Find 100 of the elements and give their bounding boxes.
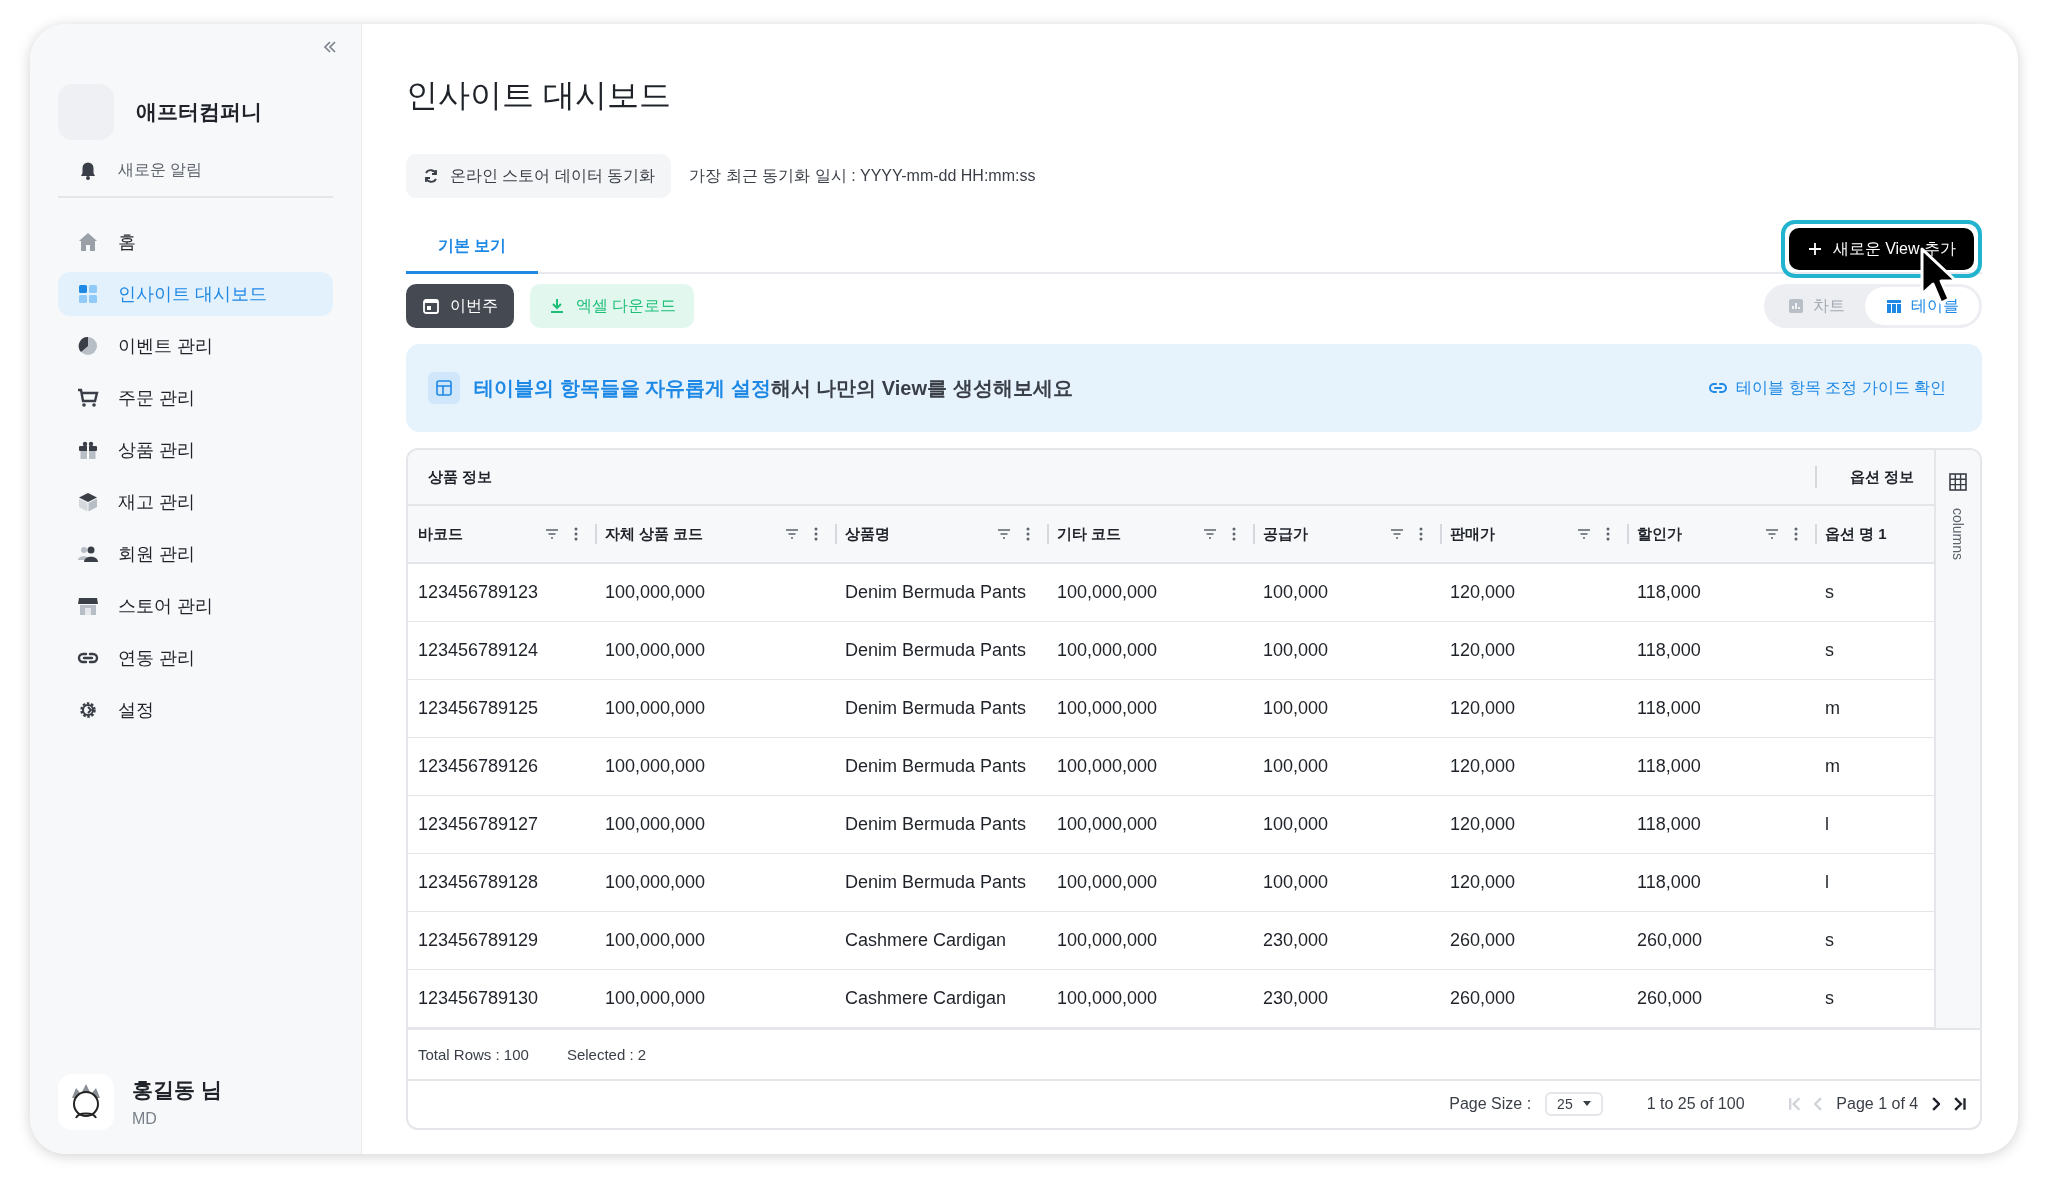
sidebar-item[interactable]: 이벤트 관리: [58, 324, 333, 368]
table-cell: 100,000: [1253, 738, 1440, 796]
table-cell: 123456789124: [408, 622, 595, 680]
sidebar-item[interactable]: 회원 관리: [58, 532, 333, 576]
table-cell: Cashmere Cardigan: [835, 912, 1047, 970]
layout-icon: [428, 372, 460, 404]
table-cell: 100,000: [1253, 622, 1440, 680]
total-rows: Total Rows : 100: [418, 1045, 529, 1063]
table-cell: 123456789130: [408, 970, 595, 1028]
sidebar-item[interactable]: 스토어 관리: [58, 584, 333, 628]
table-cell: 100,000,000: [1047, 970, 1253, 1028]
pie-chart-icon: [76, 334, 100, 358]
table-cell: 100,000,000: [1047, 796, 1253, 854]
table-cell: 100,000,000: [595, 912, 835, 970]
table-cell: 100,000: [1253, 796, 1440, 854]
box-icon: [76, 490, 100, 514]
table-cell: Denim Bermuda Pants: [835, 564, 1047, 622]
user-name: 홍길동 님: [132, 1077, 222, 1103]
chevron-icon: [1788, 1097, 1801, 1112]
table-cell: 100,000,000: [595, 680, 835, 738]
table-cell: Denim Bermuda Pants: [835, 738, 1047, 796]
columns-label: columns: [1950, 507, 1966, 561]
page-size-label: Page Size :: [1449, 1095, 1532, 1114]
table-cell: 100,000,000: [595, 854, 835, 912]
sidebar-item[interactable]: 상품 관리: [58, 428, 333, 472]
table-cell: 100,000,000: [1047, 854, 1253, 912]
table-cell: 123456789128: [408, 854, 595, 912]
dashboard-icon: [76, 282, 100, 306]
table-cell: 120,000: [1440, 796, 1627, 854]
table-cell: Denim Bermuda Pants: [835, 680, 1047, 738]
table-cell: 100,000,000: [595, 796, 835, 854]
last-sync-text: 가장 최근 동기화 일시 : YYYY-mm-dd HH:mm:ss: [689, 165, 1036, 186]
table-cell: 118,000: [1627, 796, 1815, 854]
column-group-header: 옵션 정보: [1849, 467, 1914, 487]
sidebar-item[interactable]: 설정: [58, 688, 333, 732]
selected-count: Selected : 2: [566, 1045, 647, 1063]
table-cell: Denim Bermuda Pants: [835, 622, 1047, 680]
table-cell: 118,000: [1627, 622, 1815, 680]
sidebar-item[interactable]: 재고 관리: [58, 480, 333, 524]
page-size-select[interactable]: 25: [1545, 1092, 1603, 1117]
table-cell: Denim Bermuda Pants: [835, 796, 1047, 854]
chevron-icon: [1814, 1097, 1823, 1112]
table-cell: 118,000: [1627, 854, 1815, 912]
table-cell: 123456789123: [408, 564, 595, 622]
sidebar-item[interactable]: 연동 관리: [58, 636, 333, 680]
table-cell: 260,000: [1440, 970, 1627, 1028]
table-cell: 100,000,000: [595, 564, 835, 622]
cart-icon: [76, 386, 100, 410]
sidebar-item[interactable]: 주문 관리: [58, 376, 333, 420]
column-group-header: 상품 정보: [428, 467, 493, 487]
table-cell: 230,000: [1253, 912, 1440, 970]
table-cell: 118,000: [1627, 738, 1815, 796]
table-cell: 100,000,000: [1047, 564, 1253, 622]
plus-icon: [1806, 241, 1823, 257]
download-icon: [548, 297, 566, 315]
table-cell: 260,000: [1627, 912, 1815, 970]
grid-icon: [1948, 472, 1968, 492]
table-cell: 100,000: [1253, 854, 1440, 912]
table-cell: 123456789127: [408, 796, 595, 854]
table-cell: Cashmere Cardigan: [835, 970, 1047, 1028]
table-cell: 120,000: [1440, 564, 1627, 622]
next-page-button[interactable]: [1932, 1097, 1941, 1112]
chevron-icon: [1954, 1097, 1966, 1112]
page-indicator: Page 1 of 4: [1836, 1095, 1919, 1114]
table-cell: 100,000,000: [595, 622, 835, 680]
table-cell: 100,000: [1253, 680, 1440, 738]
table-cell: 100,000,000: [1047, 622, 1253, 680]
table-cell: 118,000: [1627, 564, 1815, 622]
page-title: 인사이트 대시보드: [406, 76, 672, 115]
last-page-button[interactable]: [1954, 1097, 1966, 1112]
columns-panel[interactable]: columns: [1934, 450, 1980, 1028]
table-cell: 260,000: [1627, 970, 1815, 1028]
table-cell: 100,000,000: [1047, 680, 1253, 738]
sync-button[interactable]: 온라인 스토어 데이터 동기화: [406, 154, 672, 198]
user-role: MD: [132, 1110, 158, 1128]
table-cell: Denim Bermuda Pants: [835, 854, 1047, 912]
table-cell: 120,000: [1440, 622, 1627, 680]
sidebar-item[interactable]: 홈: [58, 220, 333, 264]
banner-text: 테이블의 항목들을 자유롭게 설정해서 나만의 View를 생성해보세요: [474, 375, 1073, 401]
row-range: 1 to 25 of 100: [1646, 1095, 1745, 1114]
table-cell: 118,000: [1627, 680, 1815, 738]
notification-link[interactable]: 새로운 알림: [118, 159, 203, 181]
company-name: 애프터컴퍼니: [136, 99, 262, 125]
table-cell: 123456789125: [408, 680, 595, 738]
view-tab[interactable]: 기본 보기: [406, 236, 539, 274]
period-button[interactable]: 이번주: [406, 284, 514, 328]
table-cell: 260,000: [1440, 912, 1627, 970]
table-cell: 100,000,000: [1047, 738, 1253, 796]
table-cell: 123456789126: [408, 738, 595, 796]
table-cell: 100,000,000: [1047, 912, 1253, 970]
caret-icon: [1582, 1101, 1591, 1108]
view-toggle-option[interactable]: 테이블: [1865, 287, 1979, 325]
table-cell: 120,000: [1440, 738, 1627, 796]
table-cell: 123456789129: [408, 912, 595, 970]
table-cell: 100,000: [1253, 564, 1440, 622]
table-cell: 230,000: [1253, 970, 1440, 1028]
table-icon: [1885, 297, 1903, 315]
table-cell: 100,000,000: [595, 970, 835, 1028]
chevron-icon: [1932, 1097, 1941, 1112]
table-cell: 100,000,000: [595, 738, 835, 796]
